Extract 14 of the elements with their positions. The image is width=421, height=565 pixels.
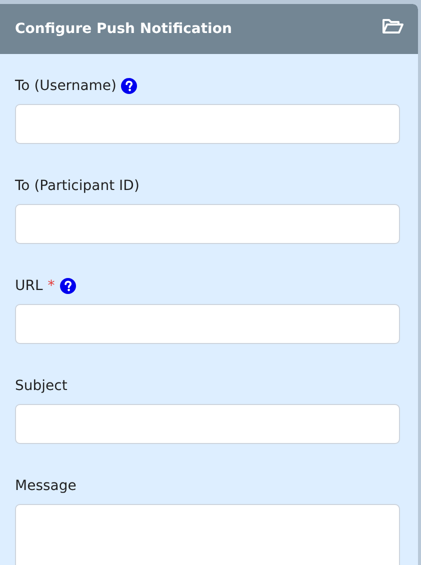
text-field[interactable] xyxy=(15,404,400,444)
panel-title: Configure Push Notification xyxy=(15,21,232,37)
field-label: To (Participant ID) xyxy=(15,178,140,194)
required-mark: * xyxy=(48,278,55,294)
help-icon[interactable] xyxy=(60,278,76,294)
text-field[interactable] xyxy=(15,304,400,344)
text-field[interactable] xyxy=(15,204,400,244)
field-label: Subject xyxy=(15,378,68,394)
folder-icon[interactable] xyxy=(382,18,404,34)
field-label: URL xyxy=(15,278,43,294)
field-label: To (Username) xyxy=(15,78,116,94)
field-label: Message xyxy=(15,478,76,494)
text-field[interactable] xyxy=(15,104,400,144)
help-icon[interactable] xyxy=(121,78,138,94)
